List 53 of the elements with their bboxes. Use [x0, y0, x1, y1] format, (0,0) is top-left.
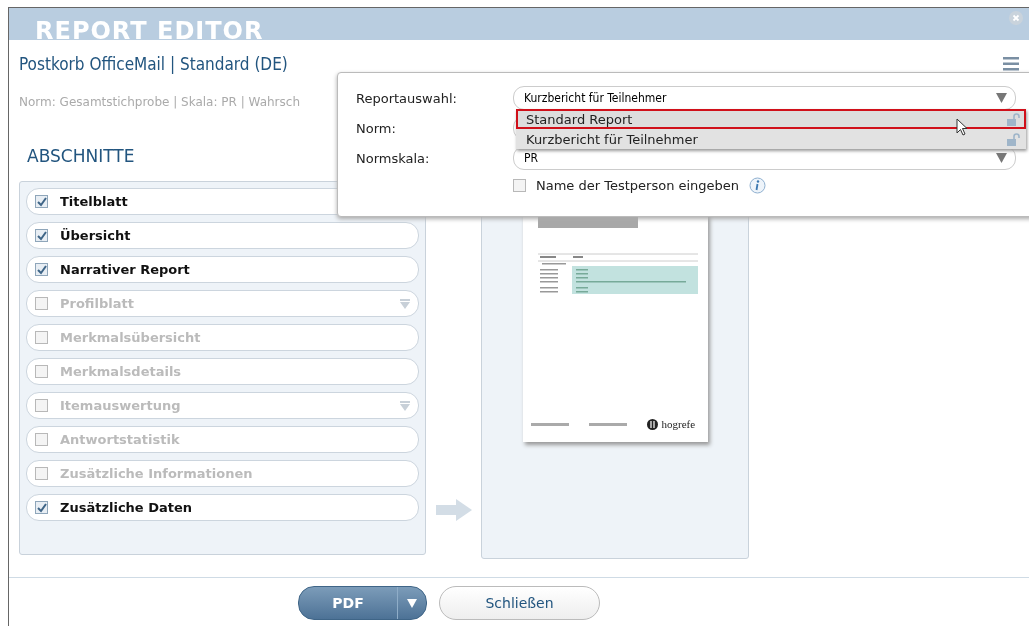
section-label: Titelblatt [60, 194, 129, 209]
pdf-button[interactable]: PDF [299, 587, 397, 619]
checkbox[interactable] [35, 433, 48, 446]
close-button[interactable]: Schließen [439, 586, 600, 620]
section-label: Zusätzliche Daten [60, 500, 194, 515]
checkbox[interactable] [35, 229, 48, 242]
menu-icon[interactable] [1003, 57, 1019, 71]
checkbox[interactable] [35, 195, 48, 208]
dropdown-option[interactable]: Kurzbericht für Teilnehmer [516, 129, 1026, 149]
section-row[interactable]: Zusätzliche Daten [26, 494, 419, 521]
section-label: Merkmalsübersicht [60, 330, 202, 345]
dropdown-option[interactable]: Standard Report [516, 109, 1026, 129]
close-icon[interactable] [1009, 11, 1023, 25]
section-label: Antwortstatistik [60, 432, 181, 447]
caret-icon [996, 93, 1007, 103]
pdf-split-button[interactable]: PDF [298, 586, 427, 620]
caret-icon [996, 153, 1007, 163]
window-title: REPORT EDITOR [35, 18, 264, 40]
field-label: Norm: [356, 120, 397, 136]
section-row[interactable]: Übersicht [26, 222, 419, 249]
field-label: Normskala: [356, 150, 431, 166]
field-label: Reportauswahl: [356, 90, 458, 106]
checkbox[interactable] [35, 263, 48, 276]
checkbox[interactable] [35, 331, 48, 344]
section-row[interactable]: Narrativer Report [26, 256, 419, 283]
footer-bar [530, 422, 569, 426]
section-label: Narrativer Report [60, 262, 191, 277]
report-title: Postkorb OfficeMail | Standard (DE) [19, 54, 288, 74]
checkbox[interactable] [35, 297, 48, 310]
footer-bar [588, 422, 627, 426]
section-label: Merkmalsdetails [60, 364, 183, 379]
logo-text: hogrefe [661, 418, 696, 430]
checkbox[interactable] [35, 467, 48, 480]
norm-summary: Norm: Gesamtstichprobe | Skala: PR | Wahrsch [19, 95, 300, 109]
info-icon[interactable] [749, 177, 767, 194]
expand-icon[interactable] [400, 298, 410, 309]
checkbox[interactable] [513, 179, 526, 192]
lock-icon [1007, 112, 1020, 126]
section-label: Übersicht [60, 228, 132, 243]
mouse-cursor-icon [956, 118, 968, 136]
checkbox[interactable] [35, 365, 48, 378]
caret-icon [407, 598, 417, 608]
sections-heading: ABSCHNITTE [27, 146, 135, 166]
section-label: Zusätzliche Informationen [60, 466, 254, 481]
expand-icon[interactable] [400, 400, 410, 411]
logo-icon [646, 418, 658, 430]
checkbox[interactable] [35, 501, 48, 514]
section-label: Profilblatt [60, 296, 135, 311]
arrow-right-icon [435, 499, 472, 521]
checkbox[interactable] [35, 399, 48, 412]
section-label: Itemauswertung [60, 398, 182, 413]
lock-icon [1007, 132, 1020, 146]
checkbox-label: Name der Testperson eingeben [536, 178, 740, 193]
